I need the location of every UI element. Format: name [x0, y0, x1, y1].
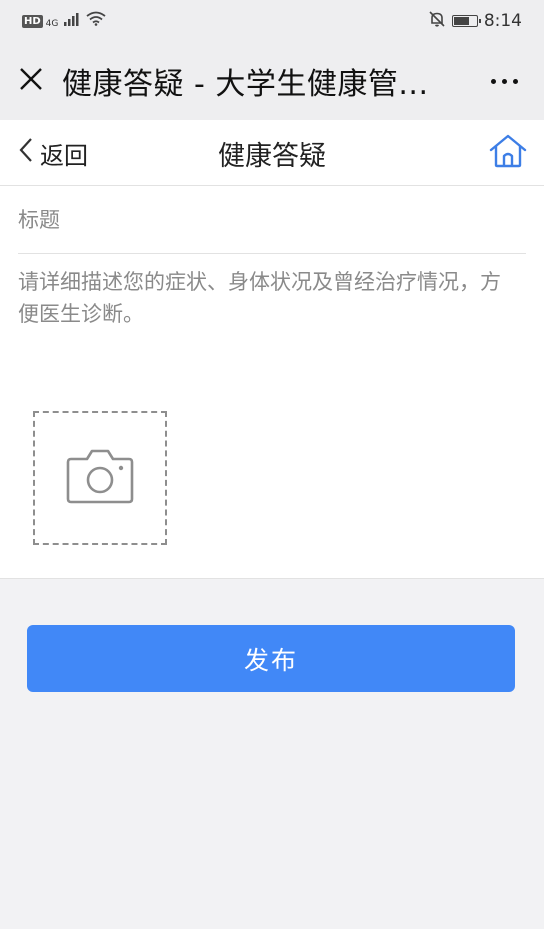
description-input[interactable]: [18, 266, 504, 386]
bell-muted-icon: [428, 10, 446, 33]
status-bar: HD 4G 8:14: [0, 0, 544, 42]
browser-title-bar: 健康答疑 - 大学生健康管...: [0, 42, 544, 120]
more-options-button[interactable]: [464, 78, 544, 84]
close-button[interactable]: [0, 67, 62, 95]
screen: HD 4G 8:14 健康答疑 - 大学生健康管... 返回 健康答疑 标题 请…: [0, 0, 544, 929]
browser-page-title: 健康答疑 - 大学生健康管...: [62, 67, 429, 102]
chevron-left-icon: [18, 137, 34, 169]
question-form: [0, 186, 544, 579]
back-label: 返回: [40, 141, 88, 170]
battery-icon: [451, 15, 481, 27]
clock: 8:14: [483, 11, 522, 31]
home-button[interactable]: [488, 133, 528, 173]
home-icon: [489, 134, 527, 172]
status-left: HD 4G: [22, 11, 106, 31]
close-icon: [19, 67, 43, 95]
signal-icon: [64, 11, 80, 31]
network-label: 4G: [45, 19, 59, 29]
hd-badge: HD: [22, 14, 43, 28]
page-header: 返回 健康答疑: [0, 120, 544, 186]
status-right: 8:14: [428, 10, 522, 33]
title-input[interactable]: [18, 186, 526, 254]
wifi-icon: [86, 11, 106, 31]
camera-icon: [65, 447, 135, 509]
back-button[interactable]: 返回: [18, 120, 88, 186]
photo-upload-button[interactable]: [33, 411, 167, 545]
publish-button[interactable]: 发布: [27, 625, 515, 692]
